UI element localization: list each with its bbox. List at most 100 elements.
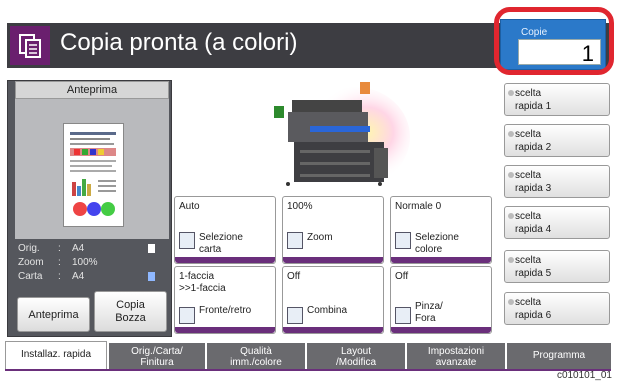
quick-select-5[interactable]: scelta rapida 5 bbox=[504, 250, 610, 283]
staple-label-2: Fora bbox=[415, 313, 436, 324]
tab-label-2: /Modifica bbox=[335, 357, 376, 368]
color-select-button[interactable]: Normale 0 Selezione colore bbox=[390, 196, 492, 264]
combine-icon bbox=[287, 307, 303, 324]
info-colon: : bbox=[58, 243, 61, 254]
quick-label-2: rapida 3 bbox=[515, 183, 552, 194]
quick-label-1: scelta bbox=[515, 211, 542, 222]
function-bar bbox=[283, 257, 383, 263]
function-bar bbox=[283, 327, 383, 333]
quick-dot-icon bbox=[508, 299, 514, 305]
preview-page-thumbnail bbox=[63, 123, 124, 227]
zoom-button[interactable]: 100% Zoom bbox=[282, 196, 384, 264]
tab-program[interactable]: Programma bbox=[507, 343, 611, 370]
paper-select-value: Auto bbox=[179, 201, 200, 212]
staple-value: Off bbox=[395, 271, 409, 282]
duplex-value: 1-faccia >>1-faccia bbox=[179, 271, 226, 295]
info-zoom-value: 100% bbox=[72, 257, 98, 268]
tab-label-2: avanzate bbox=[435, 357, 477, 368]
quick-label-1: scelta bbox=[515, 255, 542, 266]
tab-program-label: Programma bbox=[532, 350, 586, 361]
quick-label-2: rapida 5 bbox=[515, 268, 552, 279]
zoom-value: 100% bbox=[287, 201, 313, 212]
draft-copy-label-1: Copia bbox=[116, 299, 145, 311]
duplex-button[interactable]: 1-faccia >>1-faccia Fronte/retro bbox=[174, 266, 276, 334]
quick-label-1: scelta bbox=[515, 297, 542, 308]
function-bar bbox=[391, 327, 491, 333]
info-original-value: A4 bbox=[72, 243, 85, 254]
paper-orientation-icon bbox=[148, 272, 155, 281]
tab-label-1: Impostazioni bbox=[427, 346, 485, 357]
combine-value: Off bbox=[287, 271, 301, 282]
quick-select-3[interactable]: scelta rapida 3 bbox=[504, 165, 610, 198]
function-bar bbox=[175, 327, 275, 333]
quick-dot-icon bbox=[508, 213, 514, 219]
color-select-label-1: Selezione bbox=[415, 232, 459, 243]
quick-select-4[interactable]: scelta rapida 4 bbox=[504, 206, 610, 239]
paper-select-icon bbox=[179, 232, 195, 249]
info-colon: : bbox=[58, 271, 61, 282]
paper-select-label-2: carta bbox=[199, 244, 222, 255]
quick-label-1: scelta bbox=[515, 129, 542, 140]
quick-label-1: scelta bbox=[515, 170, 542, 181]
draft-copy-button[interactable]: Copia Bozza bbox=[94, 291, 167, 332]
quick-dot-icon bbox=[508, 131, 514, 137]
zoom-label: Zoom bbox=[307, 232, 333, 243]
highlight-ring bbox=[494, 7, 614, 75]
page-title: Copia pronta (a colori) bbox=[60, 29, 298, 56]
color-select-icon bbox=[395, 232, 411, 249]
function-tabs: Installaz. rapida Orig./Carta/Finitura Q… bbox=[5, 341, 611, 371]
preview-tab: Anteprima bbox=[15, 81, 169, 99]
staple-button[interactable]: Off Pinza/Fora bbox=[390, 266, 492, 334]
quick-label-2: rapida 4 bbox=[515, 224, 552, 235]
quick-select-1[interactable]: scelta rapida 1 bbox=[504, 83, 610, 116]
tab-quick-setup[interactable]: Installaz. rapida bbox=[5, 341, 107, 371]
duplex-icon bbox=[179, 307, 195, 324]
tab-original-paper-finishing[interactable]: Orig./Carta/Finitura bbox=[109, 343, 205, 370]
preview-button[interactable]: Anteprima bbox=[17, 297, 90, 332]
quick-label-2: rapida 2 bbox=[515, 142, 552, 153]
color-select-label-2: colore bbox=[415, 244, 443, 255]
quick-dot-icon bbox=[508, 257, 514, 263]
tab-image-quality[interactable]: Qualità imm./colore bbox=[207, 343, 305, 370]
staple-label-1: Pinza/ bbox=[415, 301, 443, 312]
tab-label-1: Qualità bbox=[240, 346, 272, 357]
info-zoom-key: Zoom bbox=[18, 257, 44, 268]
quick-dot-icon bbox=[508, 90, 514, 96]
info-paper-value: A4 bbox=[72, 271, 85, 282]
figure-code: c010101_01 bbox=[556, 370, 612, 381]
quick-select-2[interactable]: scelta rapida 2 bbox=[504, 124, 610, 157]
info-original-key: Orig. bbox=[18, 243, 40, 254]
preview-panel: Anteprima Orig.: A4 Zoom: 100% Carta:… bbox=[7, 80, 172, 337]
tab-label-2: Finitura bbox=[140, 357, 174, 368]
staple-icon bbox=[395, 307, 411, 324]
original-orientation-icon bbox=[148, 244, 155, 253]
preview-area bbox=[15, 99, 169, 239]
tab-layout-edit[interactable]: Layout/Modifica bbox=[307, 343, 405, 370]
tab-advanced-settings[interactable]: Impostazioni avanzate bbox=[407, 343, 505, 370]
info-original: Orig. : A4 bbox=[18, 243, 84, 254]
tab-label-2: imm./colore bbox=[230, 357, 282, 368]
quick-select-6[interactable]: scelta rapida 6 bbox=[504, 292, 610, 325]
info-paper-key: Carta bbox=[18, 271, 43, 282]
zoom-icon bbox=[287, 232, 303, 249]
duplex-value-1: 1-faccia bbox=[179, 271, 215, 282]
quick-label-1: scelta bbox=[515, 88, 542, 99]
copy-icon bbox=[10, 26, 50, 65]
combine-button[interactable]: Off Combina bbox=[282, 266, 384, 334]
duplex-value-2: >>1-faccia bbox=[179, 283, 226, 294]
combine-label: Combina bbox=[307, 305, 348, 316]
info-colon: : bbox=[58, 257, 61, 268]
info-paper: Carta : A4 bbox=[18, 271, 84, 282]
draft-copy-label-2: Bozza bbox=[115, 312, 146, 324]
paper-select-label-1: Selezione bbox=[199, 232, 243, 243]
quick-label-2: rapida 1 bbox=[515, 101, 552, 112]
function-bar bbox=[391, 257, 491, 263]
duplex-label: Fronte/retro bbox=[199, 305, 252, 316]
tabs-underline bbox=[5, 369, 611, 371]
tab-quick-setup-label: Installaz. rapida bbox=[20, 349, 92, 360]
tab-label-1: Layout bbox=[340, 346, 372, 357]
color-select-label: Selezione colore bbox=[415, 232, 459, 256]
paper-select-button[interactable]: Auto Selezione carta bbox=[174, 196, 276, 264]
tab-label-1: Orig./Carta/ bbox=[131, 346, 183, 357]
quick-dot-icon bbox=[508, 172, 514, 178]
